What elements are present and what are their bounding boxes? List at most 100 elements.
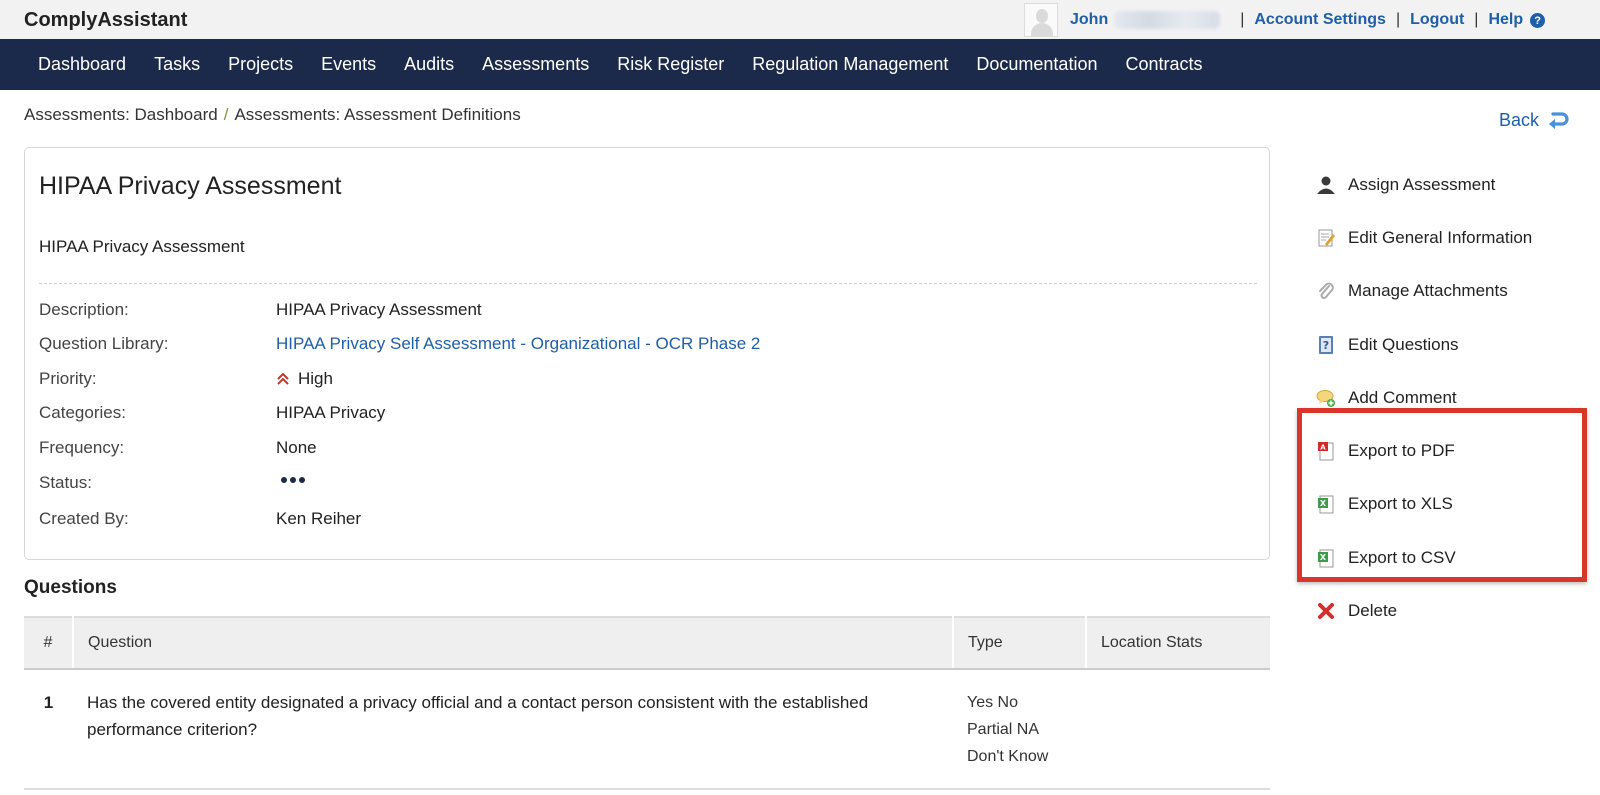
nav-risk-register[interactable]: Risk Register	[603, 54, 738, 75]
excel-icon: X	[1316, 494, 1336, 514]
questions-table: # Question Type Location Stats 1 Has the…	[24, 616, 1270, 790]
actions-sidebar: Assign Assessment Edit General Informati…	[1316, 158, 1532, 638]
question-library-label: Question Library:	[39, 334, 169, 353]
edit-questions-label: Edit Questions	[1348, 334, 1459, 354]
column-header-question[interactable]: Question	[73, 616, 954, 670]
nav-contracts[interactable]: Contracts	[1111, 54, 1216, 75]
redacted-user-surname	[1114, 10, 1221, 29]
categories-value: HIPAA Privacy	[276, 403, 386, 422]
created-by-value: Ken Reiher	[276, 509, 362, 528]
separator: |	[1240, 10, 1245, 28]
csv-icon: X	[1316, 548, 1336, 568]
app-brand[interactable]: ComplyAssistant	[24, 9, 187, 32]
back-button[interactable]: Back	[1499, 110, 1569, 131]
help-label: Help	[1488, 10, 1524, 28]
nav-dashboard[interactable]: Dashboard	[24, 54, 140, 75]
nav-audits[interactable]: Audits	[390, 54, 468, 75]
export-to-xls-label: Export to XLS	[1348, 494, 1453, 514]
export-to-xls-button[interactable]: X Export to XLS	[1316, 478, 1532, 531]
created-by-label: Created By:	[39, 509, 129, 528]
breadcrumb: Assessments: Dashboard / Assessments: Asse…	[24, 105, 521, 125]
description-value: HIPAA Privacy Assessment	[276, 300, 482, 319]
frequency-value: None	[276, 438, 317, 457]
paperclip-icon	[1316, 281, 1336, 301]
question-text[interactable]: Has the covered entity designated a priv…	[73, 669, 953, 790]
nav-tasks[interactable]: Tasks	[140, 54, 214, 75]
assessment-detail-card: HIPAA Privacy Assessment HIPAA Privacy A…	[24, 147, 1270, 560]
edit-general-information-label: Edit General Information	[1348, 227, 1533, 247]
comment-add-icon	[1316, 388, 1336, 408]
column-header-location-stats[interactable]: Location Stats	[1086, 616, 1270, 670]
double-chevron-up-icon	[277, 372, 289, 385]
user-menu: John | Account Settings | Logout | Help?	[1024, 0, 1546, 39]
export-to-csv-button[interactable]: X Export to CSV	[1316, 531, 1532, 584]
export-to-pdf-button[interactable]: A Export to PDF	[1316, 424, 1532, 477]
status-value	[276, 477, 305, 483]
priority-value: High	[276, 369, 333, 389]
add-comment-label: Add Comment	[1348, 387, 1457, 407]
question-library-value: HIPAA Privacy Self Assessment - Organiza…	[276, 334, 760, 354]
help-link[interactable]: Help?	[1488, 10, 1546, 29]
status-label: Status:	[39, 473, 92, 492]
breadcrumb-separator: /	[223, 105, 229, 124]
avatar[interactable]	[1024, 2, 1058, 37]
account-settings-link[interactable]: Account Settings	[1254, 11, 1386, 29]
back-label: Back	[1499, 110, 1540, 130]
svg-text:?: ?	[1323, 339, 1329, 352]
column-header-number[interactable]: #	[24, 616, 74, 670]
nav-assessments[interactable]: Assessments	[468, 54, 603, 75]
main-nav: Dashboard Tasks Projects Events Audits A…	[0, 39, 1600, 90]
delete-button[interactable]: Delete	[1316, 584, 1532, 637]
nav-regulation-management[interactable]: Regulation Management	[738, 54, 962, 75]
question-number: 1	[24, 669, 73, 790]
assign-assessment-button[interactable]: Assign Assessment	[1316, 158, 1532, 211]
question-library-link[interactable]: HIPAA Privacy Self Assessment - Organiza…	[276, 334, 760, 354]
edit-questions-button[interactable]: ? Edit Questions	[1316, 318, 1532, 371]
table-row[interactable]: 1 Has the covered entity designated a pr…	[24, 669, 1270, 790]
question-type-line: Don't Know	[967, 748, 1049, 765]
question-type-line: Partial NA	[967, 721, 1040, 738]
nav-events[interactable]: Events	[307, 54, 390, 75]
nav-documentation[interactable]: Documentation	[962, 54, 1111, 75]
question-book-icon: ?	[1316, 335, 1336, 355]
question-type-line: Yes No	[967, 694, 1018, 711]
svg-text:A: A	[1320, 444, 1326, 452]
edit-document-icon	[1316, 228, 1336, 248]
user-name[interactable]: John	[1070, 11, 1108, 29]
pdf-icon: A	[1316, 441, 1336, 461]
description-label: Description:	[39, 300, 129, 319]
separator: |	[1395, 10, 1401, 28]
breadcrumb-assessment-definitions[interactable]: Assessments: Assessment Definitions	[234, 105, 520, 124]
priority-text: High	[298, 369, 333, 388]
export-to-csv-label: Export to CSV	[1348, 547, 1456, 567]
delete-icon	[1316, 601, 1336, 621]
priority-label: Priority:	[39, 369, 97, 388]
breadcrumb-assessments-dashboard[interactable]: Assessments: Dashboard	[24, 105, 218, 124]
manage-attachments-button[interactable]: Manage Attachments	[1316, 265, 1532, 318]
svg-text:X: X	[1320, 499, 1327, 508]
svg-text:X: X	[1320, 553, 1327, 562]
question-location-stats	[1086, 669, 1270, 790]
table-header-row: # Question Type Location Stats	[24, 616, 1270, 670]
logout-link[interactable]: Logout	[1410, 11, 1464, 29]
edit-general-information-button[interactable]: Edit General Information	[1316, 211, 1532, 264]
question-type: Yes No Partial NA Don't Know	[953, 669, 1086, 790]
separator: |	[1474, 10, 1479, 28]
nav-projects[interactable]: Projects	[214, 54, 307, 75]
assessment-title: HIPAA Privacy Assessment	[39, 172, 342, 200]
add-comment-button[interactable]: Add Comment	[1316, 371, 1532, 424]
help-icon: ?	[1530, 13, 1546, 28]
user-icon	[1316, 175, 1336, 195]
questions-heading: Questions	[24, 577, 117, 598]
categories-label: Categories:	[39, 403, 126, 422]
manage-attachments-label: Manage Attachments	[1348, 281, 1508, 301]
column-header-type[interactable]: Type	[953, 616, 1087, 670]
delete-label: Delete	[1348, 601, 1398, 621]
divider	[39, 283, 1257, 284]
frequency-label: Frequency:	[39, 438, 125, 457]
assign-assessment-label: Assign Assessment	[1348, 174, 1496, 194]
status-dots-icon	[281, 477, 305, 483]
export-to-pdf-label: Export to PDF	[1348, 441, 1455, 461]
assessment-subtitle: HIPAA Privacy Assessment	[39, 237, 245, 256]
back-arrow-icon	[1549, 111, 1569, 129]
